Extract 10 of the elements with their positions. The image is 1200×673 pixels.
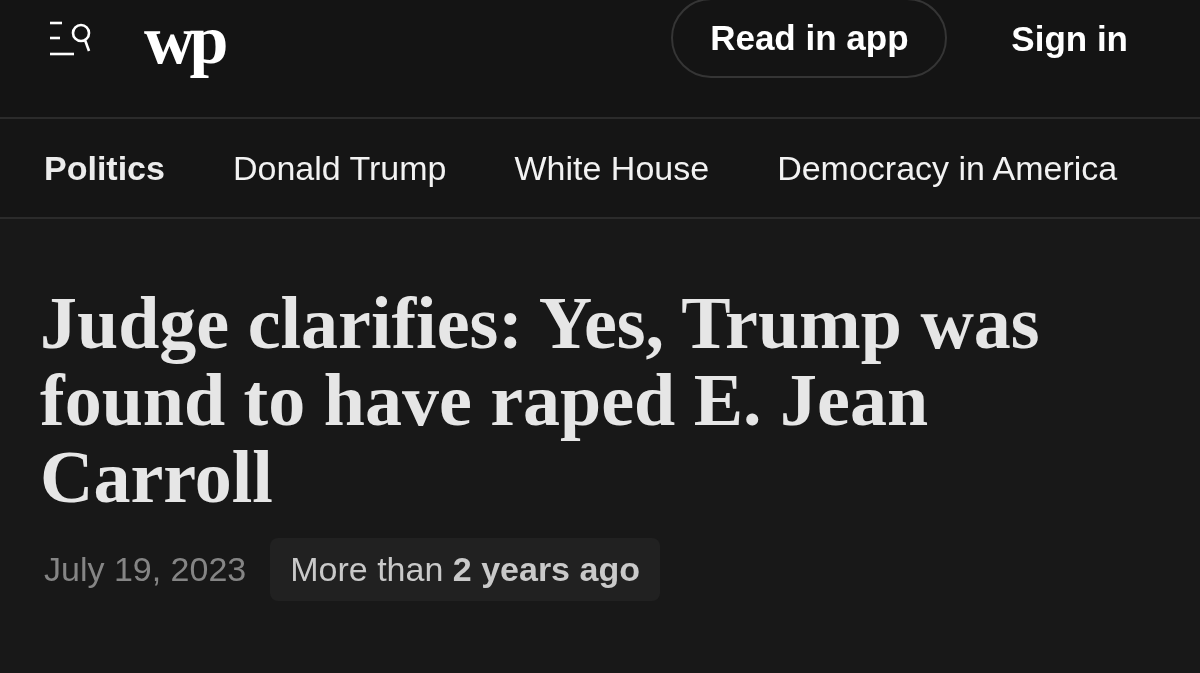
- read-in-app-button[interactable]: Read in app: [671, 0, 948, 78]
- article-age-badge: More than 2 years ago: [270, 538, 660, 601]
- headline: Judge clarifies: Yes, Trump was found to have raped E. Jean Carroll: [40, 285, 1041, 516]
- nav-link[interactable]: Democracy in America: [777, 148, 1118, 188]
- nav-link[interactable]: White House: [514, 148, 710, 188]
- nav-link[interactable]: Politics: [44, 148, 165, 188]
- menu-search-icon[interactable]: [50, 21, 92, 57]
- publish-date: July 19, 2023: [44, 550, 247, 589]
- nav-link[interactable]: Donald Trump: [232, 148, 447, 188]
- sign-in-button[interactable]: Sign in: [1011, 16, 1128, 62]
